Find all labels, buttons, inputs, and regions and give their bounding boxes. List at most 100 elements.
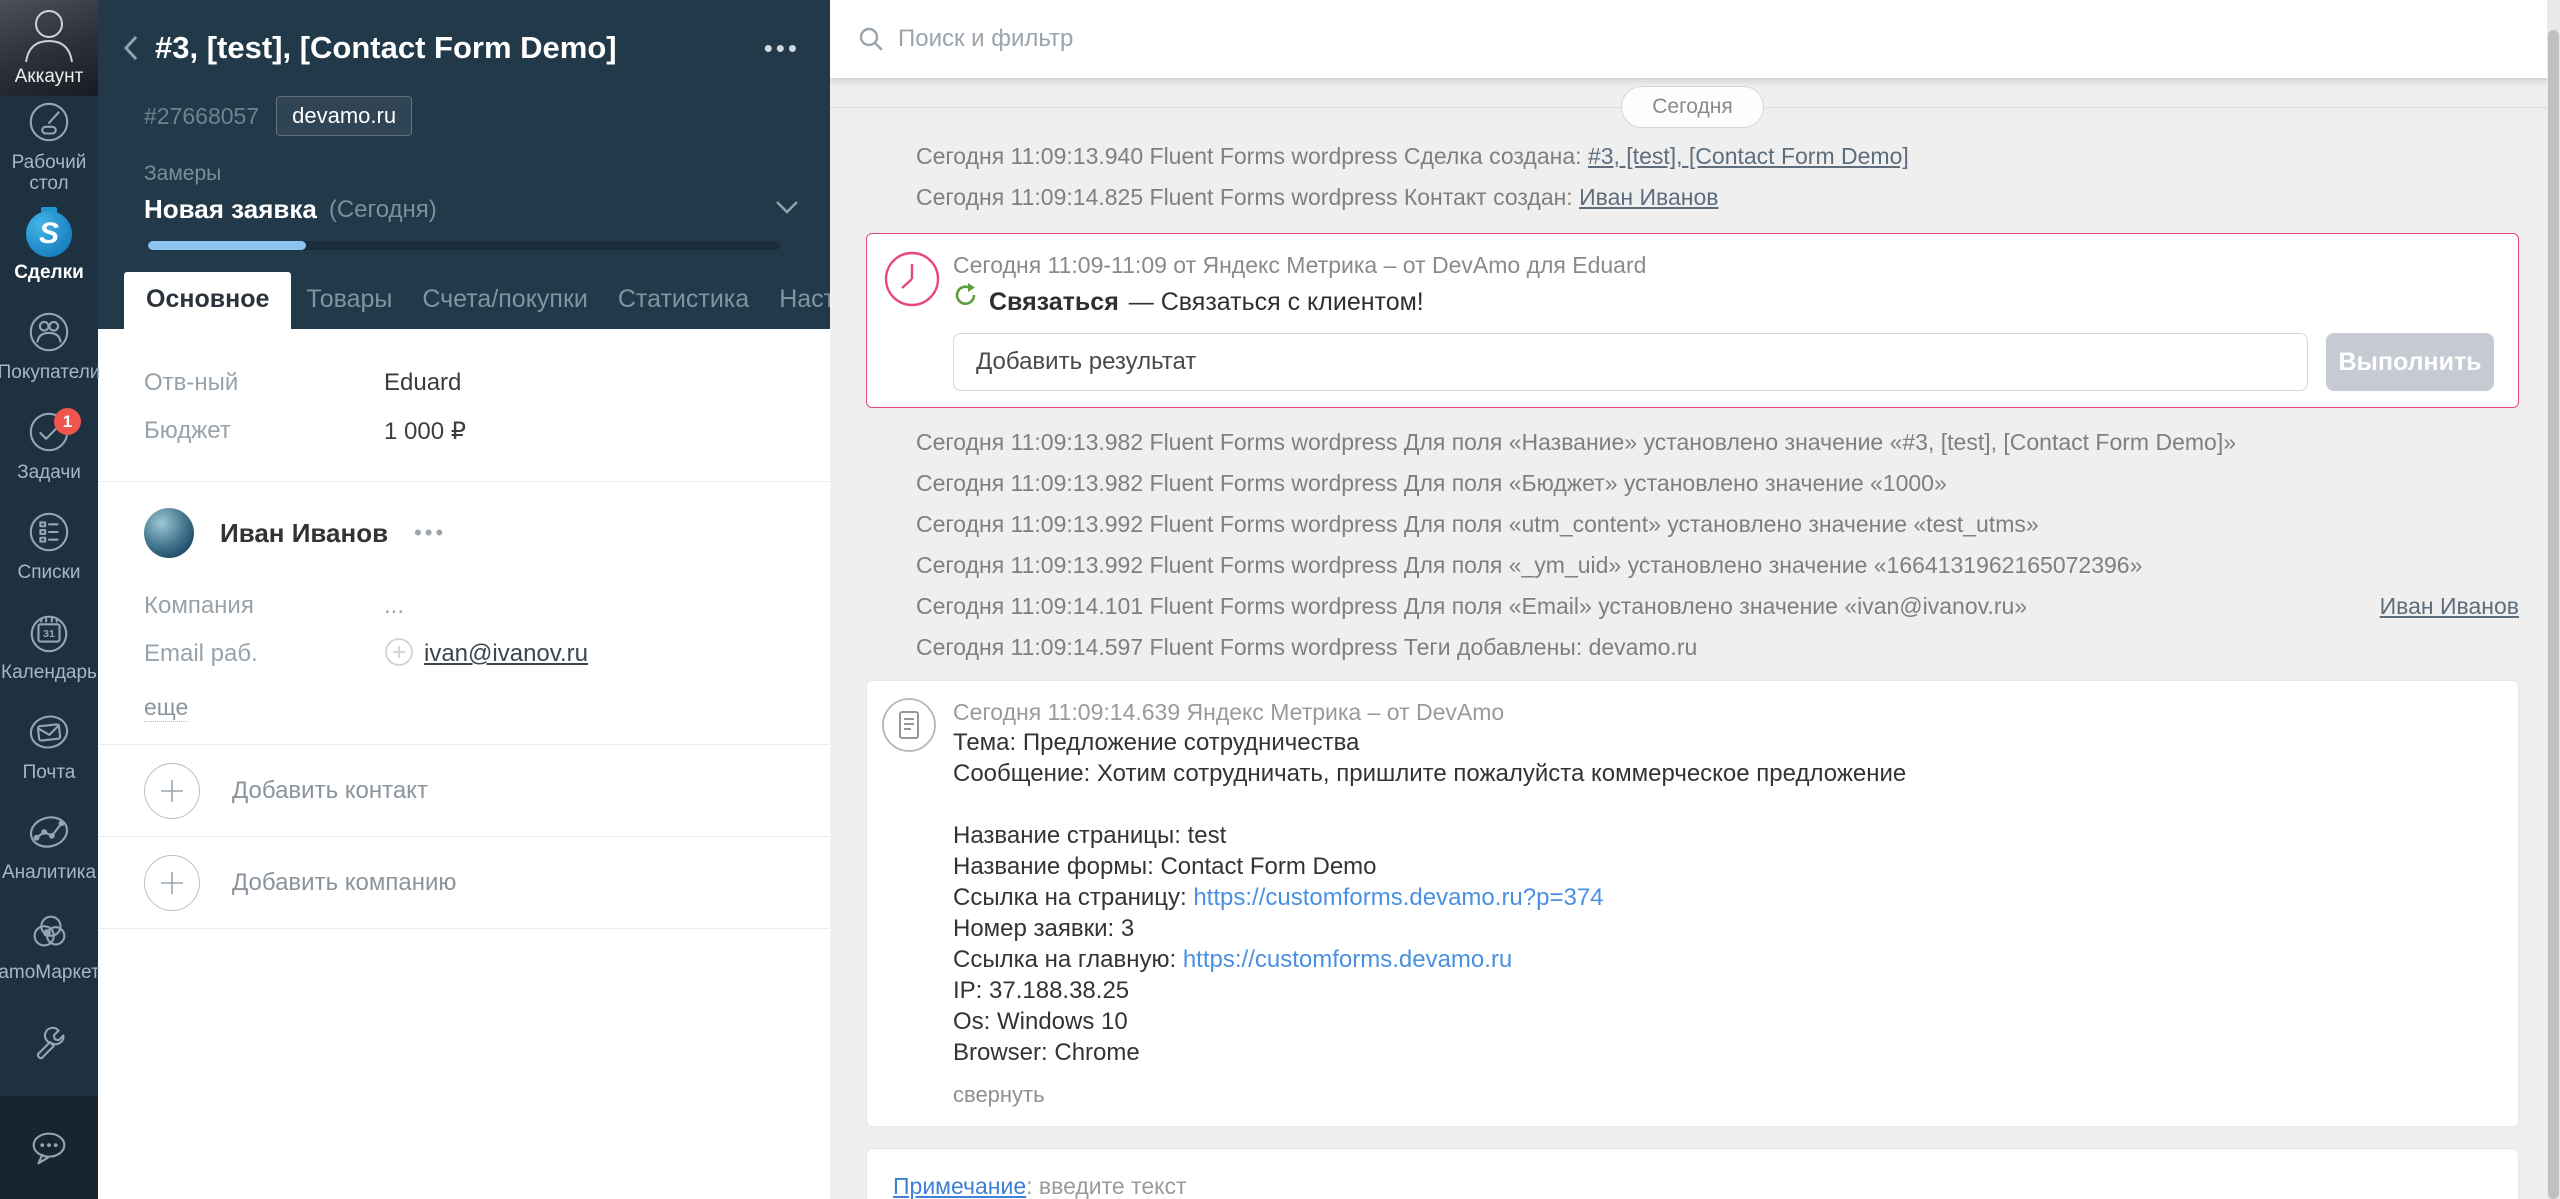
contact-avatar[interactable]	[144, 508, 194, 558]
sidebar-item-tasks[interactable]: 1 Задачи	[0, 396, 98, 496]
message-line: Название формы: Contact Form Demo	[953, 853, 1377, 880]
field-value[interactable]: 1 000 ₽	[384, 417, 466, 446]
sidebar-item-label: Покупатели	[0, 362, 100, 383]
email-link[interactable]: ivan@ivanov.ru	[424, 640, 588, 668]
feed-events-top: Сегодня 11:09:13.940 Fluent Forms wordpr…	[866, 136, 2519, 218]
task-description: — Связаться с клиентом!	[1129, 285, 1424, 319]
note-placeholder: : введите текст	[1026, 1173, 1186, 1199]
svg-text:31: 31	[43, 628, 55, 640]
scrollbar-thumb[interactable]	[2548, 30, 2559, 1199]
tab-products[interactable]: Товары	[291, 272, 407, 329]
date-separator: Сегодня	[866, 84, 2519, 130]
field-company: Компания ...	[144, 582, 800, 630]
feed-event: Сегодня 11:09:14.101 Fluent Forms wordpr…	[866, 586, 2519, 627]
sidebar-item-dashboard[interactable]: Рабочий стол	[0, 96, 98, 196]
deal-body: Отв-ный Eduard Бюджет 1 000 ₽ Иван Ивано…	[98, 329, 830, 1199]
feed-event: Сегодня 11:09:13.982 Fluent Forms wordpr…	[866, 463, 2519, 504]
message-line: Сообщение: Хотим сотрудничать, пришлите …	[953, 760, 1906, 787]
stage-progress-bar[interactable]	[148, 241, 780, 250]
task-result-input[interactable]	[953, 333, 2308, 391]
date-pill[interactable]: Сегодня	[1621, 86, 1763, 128]
sidebar-item-label: Календарь	[1, 662, 97, 683]
tab-statistics[interactable]: Статистика	[603, 272, 764, 329]
sidebar-item-account[interactable]: Аккаунт	[0, 0, 98, 96]
task-meta: Сегодня 11:09-11:09 от Яндекс Метрика – …	[953, 250, 2494, 280]
app-sidebar: Аккаунт Рабочий стол S Сделки Покупатели…	[0, 0, 98, 1199]
sidebar-item-calendar[interactable]: 31 Календарь	[0, 596, 98, 696]
feed-area: Сегодня Сегодня 11:09:13.940 Fluent Form…	[830, 0, 2560, 1199]
plus-icon	[144, 763, 200, 819]
deal-title: #3, [test], [Contact Form Demo]	[155, 30, 764, 66]
pipeline-name: Замеры	[98, 162, 830, 186]
field-label: Бюджет	[144, 417, 384, 445]
message-line: IP: 37.188.38.25	[953, 977, 1129, 1004]
note-type-link[interactable]: Примечание	[893, 1173, 1026, 1199]
feed-event-text: Сегодня 11:09:13.940 Fluent Forms wordpr…	[916, 143, 1588, 169]
feed-event-text: Сегодня 11:09:14.101 Fluent Forms wordpr…	[916, 593, 2027, 619]
home-url-link[interactable]: https://customforms.devamo.ru	[1183, 946, 1512, 973]
field-label: Отв-ный	[144, 369, 384, 397]
add-company-label: Добавить компанию	[232, 869, 456, 897]
stage-date: (Сегодня)	[329, 196, 774, 224]
contact-link[interactable]: Иван Иванов	[2380, 586, 2519, 627]
message-meta: Сегодня 11:09:14.639 Яндекс Метрика – от…	[953, 697, 2494, 727]
recurring-icon	[953, 282, 979, 321]
note-input[interactable]: Примечание: введите текст	[866, 1148, 2519, 1199]
sidebar-item-buyers[interactable]: Покупатели	[0, 296, 98, 396]
feed-event: Сегодня 11:09:13.992 Fluent Forms wordpr…	[866, 545, 2519, 586]
deal-id: #27668057	[144, 103, 259, 130]
stage-selector[interactable]: Новая заявка (Сегодня)	[98, 194, 830, 225]
user-silhouette-icon	[20, 2, 78, 66]
calendar-icon: 31	[26, 609, 72, 655]
sidebar-item-settings[interactable]	[0, 996, 98, 1096]
tab-invoices[interactable]: Счета/покупки	[407, 272, 603, 329]
analytics-icon	[26, 809, 72, 855]
add-company-button[interactable]: Добавить компанию	[98, 837, 830, 928]
page-url-link[interactable]: https://customforms.devamo.ru?p=374	[1193, 884, 1603, 911]
deal-panel: #3, [test], [Contact Form Demo] ••• #276…	[98, 0, 830, 1199]
tasks-badge: 1	[54, 408, 81, 435]
sidebar-item-label: amoМаркет	[0, 962, 100, 983]
deal-menu-icon[interactable]: •••	[764, 43, 800, 53]
sidebar-item-label: Задачи	[17, 462, 81, 483]
sidebar-item-deals[interactable]: S Сделки	[0, 196, 98, 296]
wrench-icon	[26, 1023, 72, 1069]
collapse-link[interactable]: свернуть	[953, 1082, 1045, 1108]
feed-event: Сегодня 11:09:13.940 Fluent Forms wordpr…	[866, 136, 2519, 177]
document-icon	[881, 697, 937, 758]
task-type[interactable]: Связаться	[989, 285, 1119, 319]
add-contact-button[interactable]: Добавить контакт	[98, 745, 830, 836]
deal-tabs: Основное Товары Счета/покупки Статистика…	[98, 272, 830, 329]
field-value[interactable]: Eduard	[384, 369, 461, 397]
tab-main[interactable]: Основное	[124, 272, 291, 329]
field-value[interactable]: ...	[384, 592, 404, 620]
show-more-link[interactable]: еще	[144, 694, 188, 722]
message-line: Номер заявки: 3	[953, 915, 1134, 942]
contact-menu-icon[interactable]: •••	[414, 520, 446, 546]
feed-event-text: Сегодня 11:09:14.597 Fluent Forms wordpr…	[916, 634, 1697, 660]
feed-event: Сегодня 11:09:14.825 Fluent Forms wordpr…	[866, 177, 2519, 218]
contact-card: Иван Иванов ••• Компания ... Email раб. …	[98, 482, 830, 744]
feed-event-link[interactable]: Иван Иванов	[1579, 184, 1718, 210]
sidebar-item-analytics[interactable]: Аналитика	[0, 796, 98, 896]
sidebar-item-lists[interactable]: Списки	[0, 496, 98, 596]
contact-name[interactable]: Иван Иванов	[220, 518, 388, 549]
feed-event-text: Сегодня 11:09:13.992 Fluent Forms wordpr…	[916, 552, 2142, 578]
chevron-down-icon	[774, 199, 800, 220]
sidebar-item-amomarket[interactable]: amoМаркет	[0, 896, 98, 996]
add-email-icon[interactable]	[384, 637, 414, 672]
search-icon	[858, 26, 884, 52]
feed-event-link[interactable]: #3, [test], [Contact Form Demo]	[1588, 143, 1909, 169]
deal-tag[interactable]: devamo.ru	[276, 96, 412, 136]
sidebar-item-chat[interactable]	[0, 1096, 98, 1199]
sidebar-item-label: Сделки	[14, 262, 84, 283]
plus-icon	[144, 855, 200, 911]
complete-task-button[interactable]: Выполнить	[2326, 333, 2494, 391]
search-input[interactable]	[898, 25, 1498, 53]
search-bar	[830, 0, 2560, 78]
back-button[interactable]	[116, 31, 146, 65]
sidebar-item-mail[interactable]: Почта	[0, 696, 98, 796]
feed-event: Сегодня 11:09:14.597 Fluent Forms wordpr…	[866, 627, 2519, 668]
lists-icon	[26, 509, 72, 555]
field-email: Email раб. ivan@ivanov.ru	[144, 630, 800, 678]
